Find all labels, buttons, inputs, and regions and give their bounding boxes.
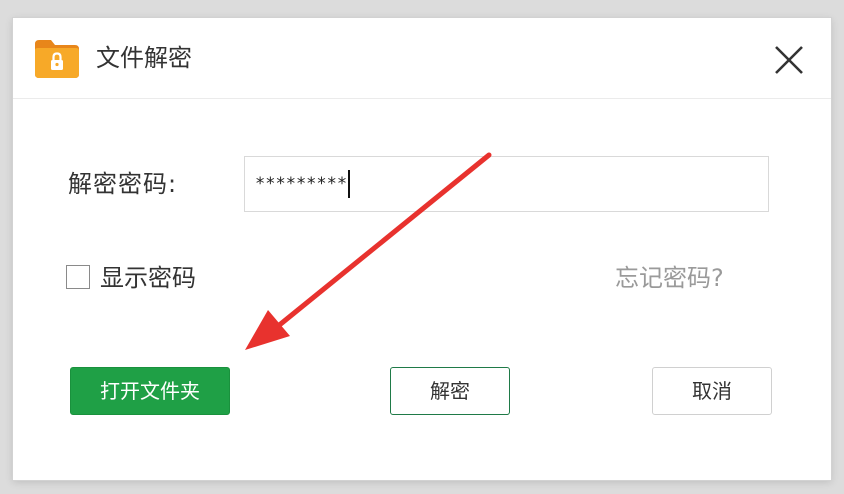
show-password-label: 显示密码 (100, 264, 196, 292)
cancel-button[interactable]: 取消 (652, 367, 772, 415)
title-bar: 文件解密 (13, 18, 831, 99)
decrypt-dialog: 文件解密 解密密码: ********* 显示密码 忘记密码? 打开文件夹 解密… (13, 18, 831, 480)
close-icon (775, 46, 803, 74)
text-caret (348, 170, 351, 198)
close-button[interactable] (769, 40, 809, 80)
open-folder-button[interactable]: 打开文件夹 (70, 367, 230, 415)
folder-lock-icon (33, 36, 81, 80)
decrypt-button[interactable]: 解密 (390, 367, 510, 415)
dialog-title: 文件解密 (96, 44, 192, 72)
password-label: 解密密码: (68, 170, 178, 198)
password-value: ********* (255, 174, 348, 194)
show-password-checkbox[interactable] (66, 265, 90, 289)
password-input[interactable]: ********* (244, 156, 769, 212)
forgot-password-link[interactable]: 忘记密码? (615, 262, 724, 294)
